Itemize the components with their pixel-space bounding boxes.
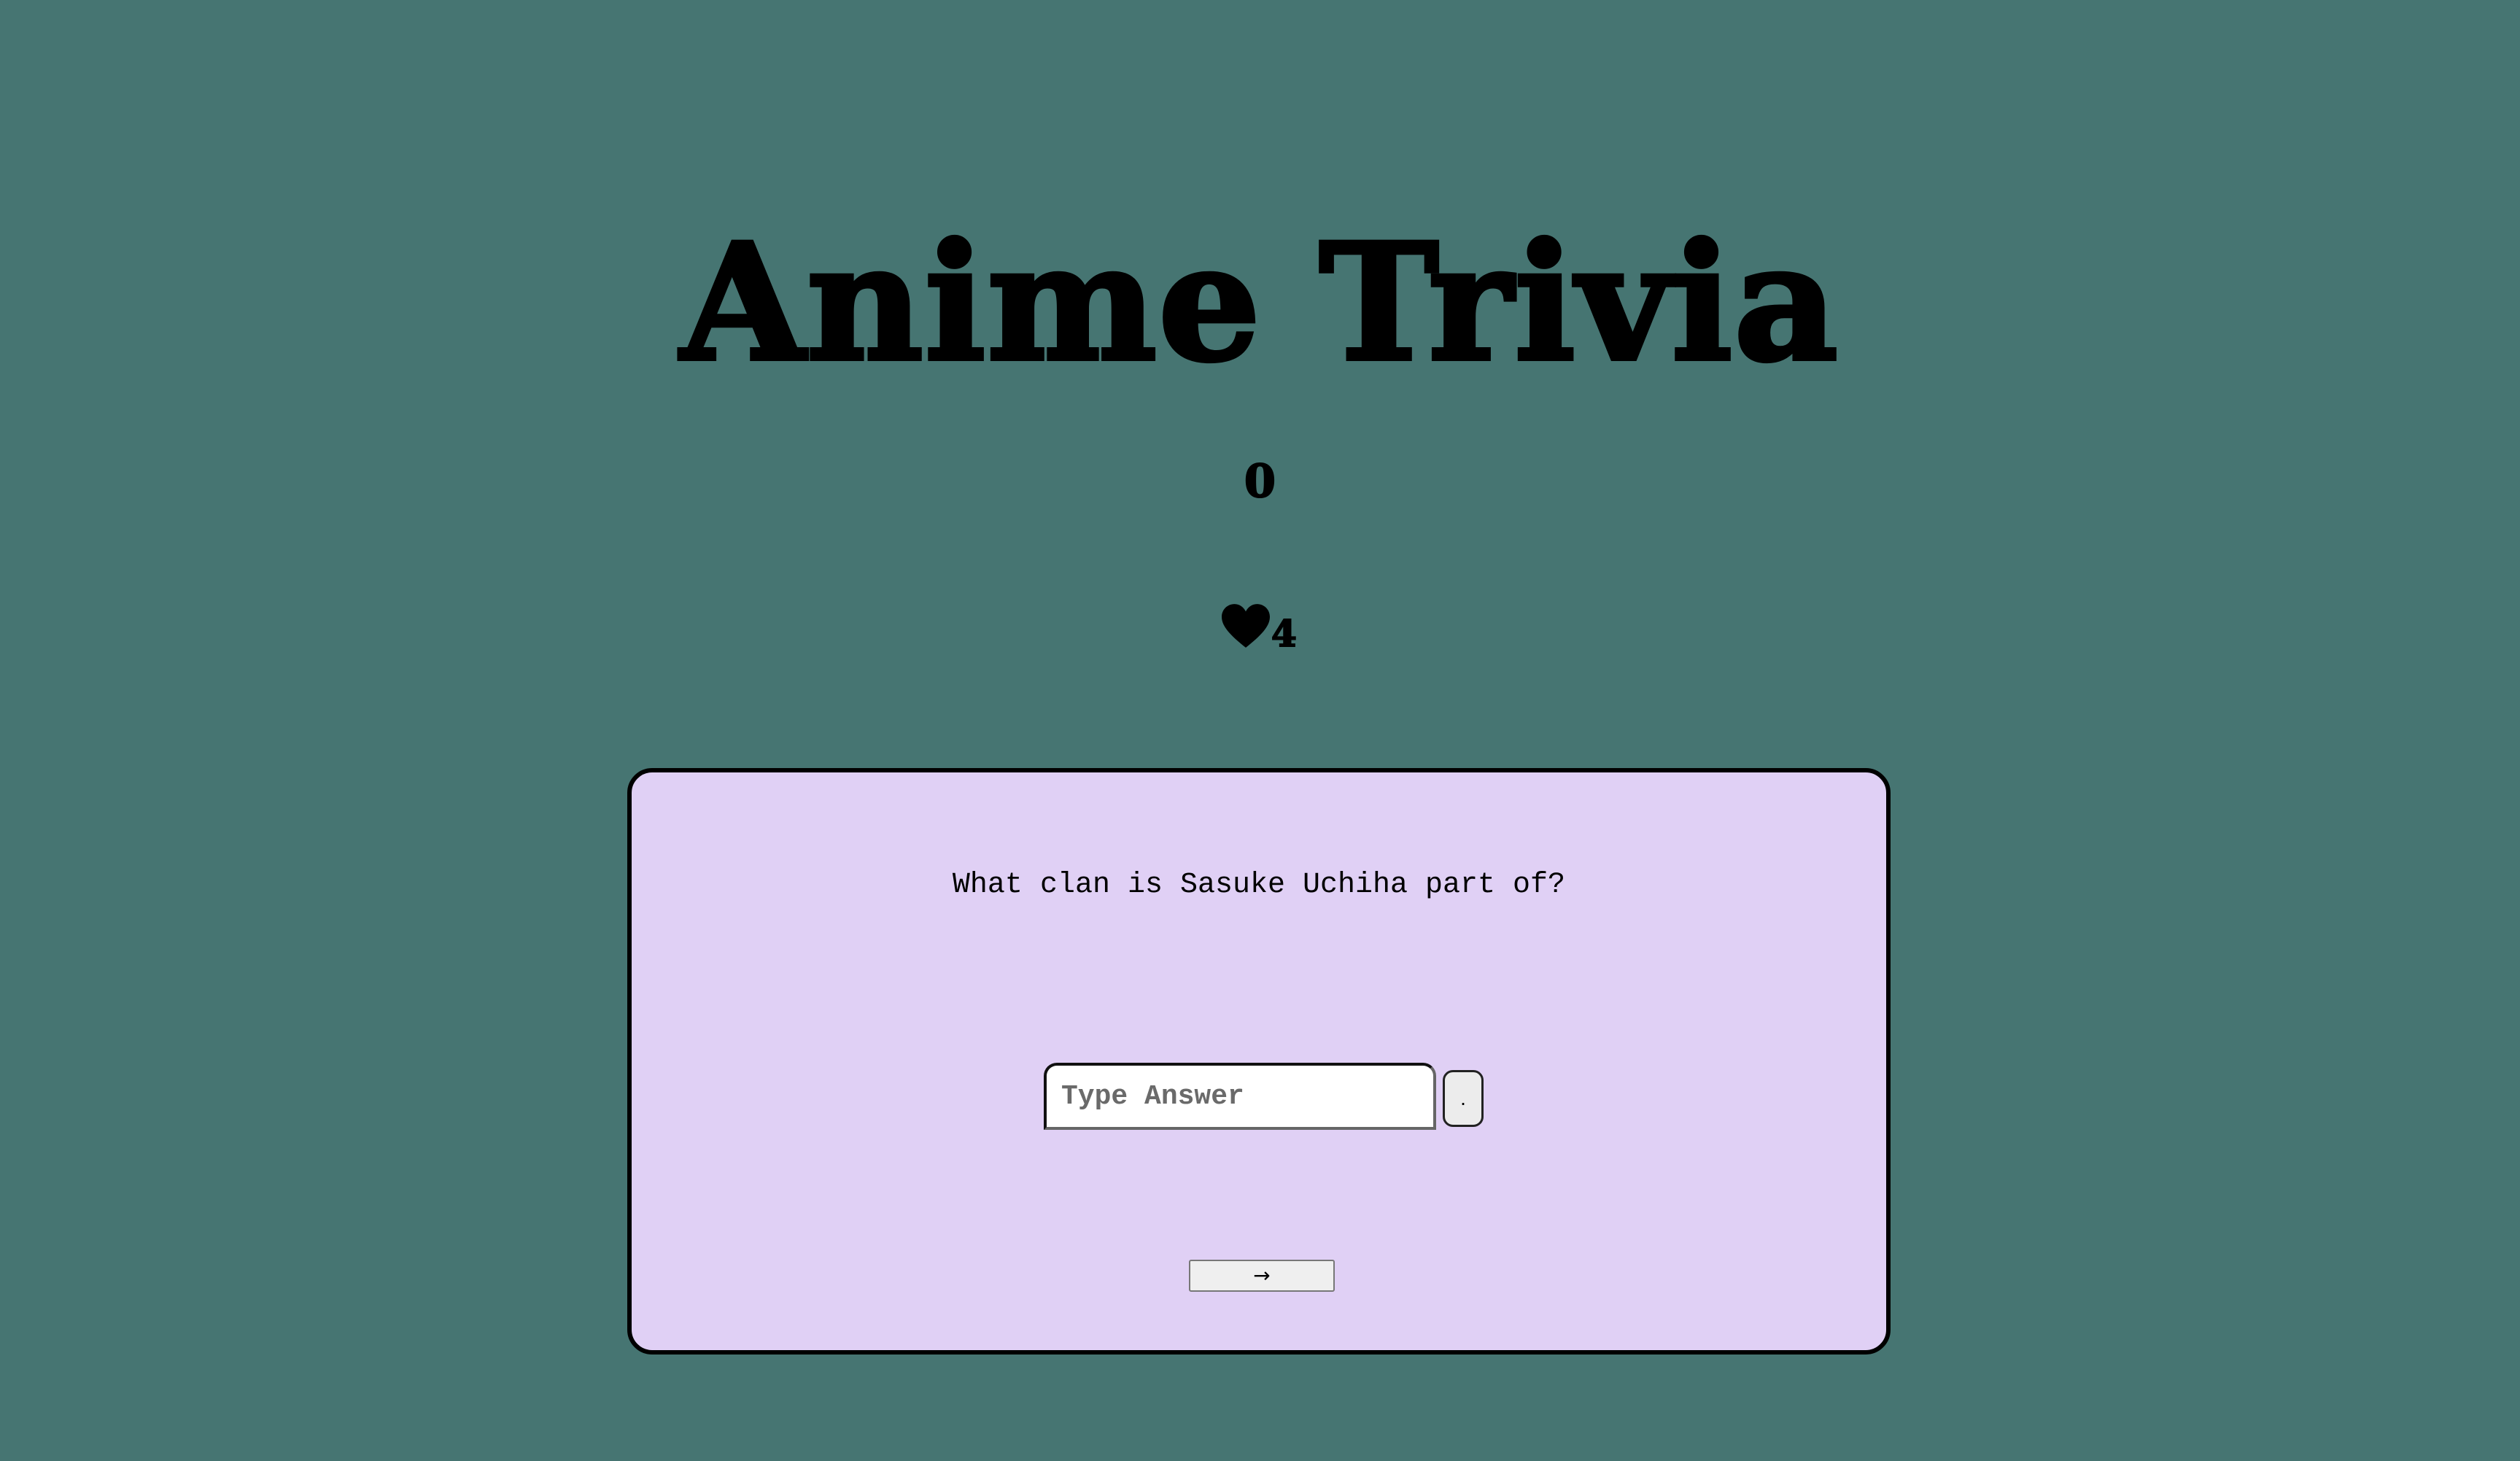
lives-display: 4 [1222,591,1298,655]
score-display: 0 [1244,454,1276,508]
next-button[interactable]: → [1189,1260,1335,1292]
question-text: What clan is Sasuke Uchiha part of? [952,869,1566,902]
question-card: What clan is Sasuke Uchiha part of? . → [627,768,1891,1355]
page-title: Anime Trivia [678,206,1840,399]
heart-icon [1222,604,1270,648]
answer-input[interactable] [1044,1063,1436,1130]
lives-count: 4 [1271,612,1298,655]
hint-button[interactable]: . [1443,1070,1484,1127]
